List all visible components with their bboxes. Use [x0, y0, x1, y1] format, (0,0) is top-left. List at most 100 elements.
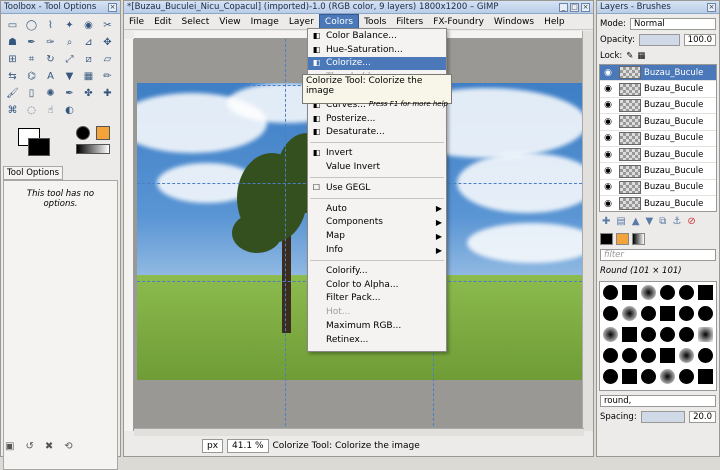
- brush-preview[interactable]: [698, 306, 713, 321]
- cage-tool-icon[interactable]: ⌬: [23, 69, 40, 84]
- brush-preview[interactable]: [660, 327, 675, 342]
- airbrush-tool-icon[interactable]: ✺: [42, 86, 59, 101]
- brush-preview[interactable]: [622, 285, 637, 300]
- active-pattern-swatch[interactable]: [96, 126, 110, 140]
- opacity-slider[interactable]: [638, 34, 680, 46]
- layer-row[interactable]: ◉ Buzau_Bucule: [600, 65, 716, 82]
- image-titlebar[interactable]: *[Buzau_Buculei_Nicu_Copacul] (imported)…: [124, 1, 593, 14]
- menuitem-filter-pack[interactable]: Filter Pack...: [308, 292, 446, 306]
- eye-icon[interactable]: ◉: [600, 199, 616, 209]
- menuitem-colorize[interactable]: ◧ Colorize...: [308, 56, 446, 71]
- eye-icon[interactable]: ◉: [600, 166, 616, 176]
- close-icon[interactable]: ×: [108, 2, 117, 12]
- vertical-scrollbar[interactable]: [582, 31, 593, 431]
- brush-preview[interactable]: [603, 369, 618, 384]
- rotate-tool-icon[interactable]: ↻: [42, 52, 59, 67]
- spacing-value[interactable]: 20.0: [689, 411, 716, 423]
- brush-preview[interactable]: [603, 306, 618, 321]
- brush-preview[interactable]: [698, 348, 713, 363]
- dock-titlebar[interactable]: Layers - Brushes ×: [597, 1, 719, 14]
- brush-preview[interactable]: [603, 348, 618, 363]
- menuitem-use-gegl[interactable]: ☐ Use GEGL: [308, 181, 446, 195]
- close-icon[interactable]: ×: [581, 2, 590, 12]
- brush-preview[interactable]: [641, 306, 656, 321]
- ellipse-select-tool-icon[interactable]: ◯: [23, 18, 40, 33]
- flip-tool-icon[interactable]: ⇆: [4, 69, 21, 84]
- brush-preview[interactable]: [622, 306, 637, 321]
- scale-tool-icon[interactable]: ⤢: [61, 52, 78, 67]
- pencil-tool-icon[interactable]: ✏: [99, 69, 116, 84]
- brush-preview[interactable]: [679, 327, 694, 342]
- brush-preview[interactable]: [622, 327, 637, 342]
- new-layer-icon[interactable]: ✚: [602, 216, 610, 227]
- layer-row[interactable]: ◉ Buzau_Bucule: [600, 114, 716, 131]
- layer-row[interactable]: ◉ Buzau_Bucule: [600, 98, 716, 115]
- horizontal-scrollbar[interactable]: [134, 428, 584, 436]
- menu-windows[interactable]: Windows: [489, 15, 539, 29]
- eye-icon[interactable]: ◉: [600, 100, 616, 110]
- scissors-tool-icon[interactable]: ✂: [99, 18, 116, 33]
- brush-preview[interactable]: [622, 369, 637, 384]
- menuitem-color-to-alpha[interactable]: Color to Alpha...: [308, 278, 446, 292]
- eye-icon[interactable]: ◉: [600, 68, 616, 78]
- background-color-swatch[interactable]: [28, 138, 50, 156]
- color-picker-tool-icon[interactable]: ✑: [42, 35, 59, 50]
- layer-row[interactable]: ◉ Buzau_Bucule: [600, 163, 716, 180]
- menu-help[interactable]: Help: [539, 15, 570, 29]
- brush-preview[interactable]: [679, 369, 694, 384]
- brush-preview[interactable]: [698, 285, 713, 300]
- brush-preview[interactable]: [679, 306, 694, 321]
- menuitem-maximum-rgb[interactable]: Maximum RGB...: [308, 319, 446, 333]
- eye-icon[interactable]: ◉: [600, 150, 616, 160]
- perspective-tool-icon[interactable]: ▱: [99, 52, 116, 67]
- mode-select[interactable]: Normal: [630, 18, 716, 30]
- opacity-value[interactable]: 100.0: [683, 34, 716, 46]
- menuitem-hot[interactable]: Hot...: [308, 305, 446, 319]
- blend-tool-icon[interactable]: ▦: [80, 69, 97, 84]
- brush-preview[interactable]: [698, 327, 713, 342]
- menuitem-hue-saturation[interactable]: ◧ Hue-Saturation...: [308, 43, 446, 57]
- tab-brushes[interactable]: [600, 233, 613, 245]
- eye-icon[interactable]: ◉: [600, 117, 616, 127]
- menu-fxfoundry[interactable]: FX-Foundry: [428, 15, 489, 29]
- brush-preview[interactable]: [660, 348, 675, 363]
- menu-image[interactable]: Image: [246, 15, 284, 29]
- heal-tool-icon[interactable]: ✚: [99, 86, 116, 101]
- foreground-select-tool-icon[interactable]: ☗: [4, 35, 21, 50]
- move-tool-icon[interactable]: ✥: [99, 35, 116, 50]
- layer-row[interactable]: ◉ Buzau_Bucule: [600, 81, 716, 98]
- delete-icon[interactable]: ✖: [45, 441, 53, 452]
- duplicate-layer-icon[interactable]: ⧉: [659, 216, 666, 227]
- menu-edit[interactable]: Edit: [149, 15, 176, 29]
- zoom-select[interactable]: 41.1 %: [227, 439, 269, 453]
- menuitem-value-invert[interactable]: Value Invert: [308, 160, 446, 174]
- paths-tool-icon[interactable]: ✒: [23, 35, 40, 50]
- menuitem-retinex[interactable]: Retinex...: [308, 333, 446, 347]
- spacing-slider[interactable]: [640, 411, 686, 423]
- blur-tool-icon[interactable]: ◌: [23, 103, 40, 118]
- layer-row[interactable]: ◉ Buzau_Bucule: [600, 196, 716, 211]
- text-tool-icon[interactable]: A: [42, 69, 59, 84]
- clone-tool-icon[interactable]: ✤: [80, 86, 97, 101]
- toolbox-titlebar[interactable]: Toolbox - Tool Options ×: [1, 1, 120, 14]
- ink-tool-icon[interactable]: ✒: [61, 86, 78, 101]
- brush-preview[interactable]: [641, 327, 656, 342]
- fuzzy-select-tool-icon[interactable]: ✦: [61, 18, 78, 33]
- menu-select[interactable]: Select: [177, 15, 215, 29]
- eraser-tool-icon[interactable]: ▯: [23, 86, 40, 101]
- close-icon[interactable]: ×: [707, 2, 716, 12]
- menuitem-posterize[interactable]: ◧ Posterize...: [308, 112, 446, 126]
- menuitem-info[interactable]: Info ▶: [308, 243, 446, 257]
- brush-preview[interactable]: [603, 285, 618, 300]
- lock-pixels-icon[interactable]: ✎: [626, 51, 633, 61]
- lower-layer-icon[interactable]: ▼: [646, 216, 654, 227]
- smudge-tool-icon[interactable]: ☝: [42, 103, 59, 118]
- active-brush-swatch[interactable]: [76, 126, 90, 140]
- menu-view[interactable]: View: [214, 15, 245, 29]
- eye-icon[interactable]: ◉: [600, 84, 616, 94]
- shear-tool-icon[interactable]: ⧄: [80, 52, 97, 67]
- bucket-fill-tool-icon[interactable]: ▼: [61, 69, 78, 84]
- raise-layer-icon[interactable]: ▲: [632, 216, 640, 227]
- menuitem-invert[interactable]: ◧ Invert: [308, 146, 446, 160]
- restore-icon[interactable]: ↺: [25, 441, 33, 452]
